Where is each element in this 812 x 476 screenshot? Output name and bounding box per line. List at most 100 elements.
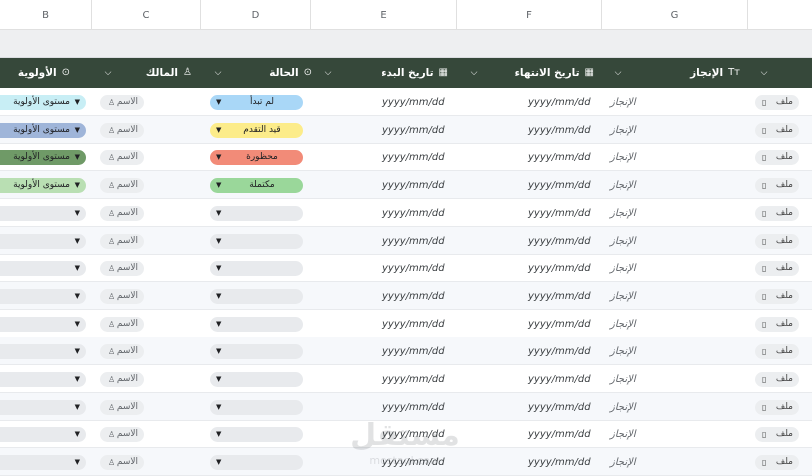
chevron-down-icon[interactable]: ⌵ — [102, 67, 114, 79]
priority-dropdown[interactable]: ▼ مستوى الأولوية — [0, 122, 86, 138]
file-chip[interactable]: ▯ ملف — [755, 178, 799, 194]
start-date-cell[interactable]: yyyy/mm/dd — [382, 346, 445, 357]
end-date-cell[interactable]: yyyy/mm/dd — [528, 291, 591, 302]
file-chip[interactable]: ▯ ملف — [755, 344, 799, 360]
status-dropdown[interactable]: ▼ — [210, 205, 303, 221]
status-dropdown[interactable]: ▼ — [210, 344, 303, 360]
status-dropdown[interactable]: ▼ — [210, 427, 303, 443]
status-dropdown[interactable]: ▼ مكتملة — [210, 178, 303, 194]
file-chip[interactable]: ▯ ملف — [755, 205, 799, 221]
file-chip[interactable]: ▯ ملف — [755, 427, 799, 443]
column-letter-c[interactable]: C — [92, 0, 201, 30]
file-chip[interactable]: ▯ ملف — [755, 455, 799, 471]
priority-dropdown[interactable]: ▼ — [0, 261, 86, 277]
owner-chip[interactable]: ♙ الاسم — [100, 178, 144, 194]
status-dropdown[interactable]: ▼ — [210, 316, 303, 332]
header-start-date[interactable]: ▦ تاريخ البدء — [381, 58, 448, 88]
owner-chip[interactable]: ♙ الاسم — [100, 455, 144, 471]
owner-chip[interactable]: ♙ الاسم — [100, 261, 144, 277]
column-letter-g[interactable]: G — [602, 0, 748, 30]
file-chip[interactable]: ▯ ملف — [755, 316, 799, 332]
start-date-cell[interactable]: yyyy/mm/dd — [382, 180, 445, 191]
priority-dropdown[interactable]: ▼ — [0, 344, 86, 360]
chevron-down-icon[interactable]: ⌵ — [212, 67, 224, 79]
status-dropdown[interactable]: ▼ محظورة — [210, 150, 303, 166]
header-end-date[interactable]: ▦ تاريخ الانتهاء — [515, 58, 594, 88]
column-letter-d[interactable]: D — [201, 0, 311, 30]
header-achievement[interactable]: Tт الإنجاز — [690, 58, 740, 88]
owner-chip[interactable]: ♙ الاسم — [100, 95, 144, 110]
priority-dropdown[interactable]: ▼ — [0, 233, 86, 249]
end-date-cell[interactable]: yyyy/mm/dd — [528, 429, 591, 440]
owner-chip[interactable]: ♙ الاسم — [100, 150, 144, 166]
start-date-cell[interactable]: yyyy/mm/dd — [382, 97, 445, 108]
owner-chip[interactable]: ♙ الاسم — [100, 288, 144, 304]
start-date-cell[interactable]: yyyy/mm/dd — [382, 208, 445, 219]
status-dropdown[interactable]: ▼ قيد التقدم — [210, 122, 303, 138]
end-date-cell[interactable]: yyyy/mm/dd — [528, 236, 591, 247]
end-date-cell[interactable]: yyyy/mm/dd — [528, 97, 591, 108]
owner-chip[interactable]: ♙ الاسم — [100, 316, 144, 332]
priority-dropdown[interactable]: ▼ مستوى الأولوية — [0, 95, 86, 110]
achievement-cell[interactable]: الإنجاز — [610, 319, 636, 330]
achievement-cell[interactable]: الإنجاز — [610, 457, 636, 468]
start-date-cell[interactable]: yyyy/mm/dd — [382, 374, 445, 385]
priority-dropdown[interactable]: ▼ — [0, 455, 86, 471]
end-date-cell[interactable]: yyyy/mm/dd — [528, 402, 591, 413]
end-date-cell[interactable]: yyyy/mm/dd — [528, 319, 591, 330]
column-letter-e[interactable]: E — [311, 0, 457, 30]
end-date-cell[interactable]: yyyy/mm/dd — [528, 346, 591, 357]
priority-dropdown[interactable]: ▼ — [0, 399, 86, 415]
priority-dropdown[interactable]: ▼ مستوى الأولوية — [0, 178, 86, 194]
header-priority[interactable]: ⊙ الأولوية — [18, 58, 70, 88]
file-chip[interactable]: ▯ ملف — [755, 150, 799, 166]
end-date-cell[interactable]: yyyy/mm/dd — [528, 180, 591, 191]
start-date-cell[interactable]: yyyy/mm/dd — [382, 152, 445, 163]
chevron-down-icon[interactable]: ⌵ — [758, 67, 770, 79]
file-chip[interactable]: ▯ ملف — [755, 95, 799, 110]
priority-dropdown[interactable]: ▼ — [0, 372, 86, 387]
start-date-cell[interactable]: yyyy/mm/dd — [382, 319, 445, 330]
owner-chip[interactable]: ♙ الاسم — [100, 399, 144, 415]
priority-dropdown[interactable]: ▼ — [0, 205, 86, 221]
start-date-cell[interactable]: yyyy/mm/dd — [382, 263, 445, 274]
achievement-cell[interactable]: الإنجاز — [610, 429, 636, 440]
header-status[interactable]: ⊙ الحالة — [269, 58, 312, 88]
start-date-cell[interactable]: yyyy/mm/dd — [382, 291, 445, 302]
priority-dropdown[interactable]: ▼ — [0, 316, 86, 332]
priority-dropdown[interactable]: ▼ — [0, 288, 86, 304]
priority-dropdown[interactable]: ▼ مستوى الأولوية — [0, 150, 86, 166]
achievement-cell[interactable]: الإنجاز — [610, 402, 636, 413]
achievement-cell[interactable]: الإنجاز — [610, 97, 636, 108]
achievement-cell[interactable]: الإنجاز — [610, 180, 636, 191]
chevron-down-icon[interactable]: ⌵ — [468, 67, 480, 79]
file-chip[interactable]: ▯ ملف — [755, 399, 799, 415]
column-letter-b[interactable]: B — [0, 0, 92, 30]
header-owner[interactable]: ♙ المالك — [146, 58, 192, 88]
status-dropdown[interactable]: ▼ لم تبدأ — [210, 95, 303, 110]
end-date-cell[interactable]: yyyy/mm/dd — [528, 152, 591, 163]
file-chip[interactable]: ▯ ملف — [755, 372, 799, 387]
achievement-cell[interactable]: الإنجاز — [610, 236, 636, 247]
start-date-cell[interactable]: yyyy/mm/dd — [382, 236, 445, 247]
file-chip[interactable]: ▯ ملف — [755, 261, 799, 277]
chevron-down-icon[interactable]: ⌵ — [612, 67, 624, 79]
achievement-cell[interactable]: الإنجاز — [610, 125, 636, 136]
status-dropdown[interactable]: ▼ — [210, 261, 303, 277]
end-date-cell[interactable]: yyyy/mm/dd — [528, 125, 591, 136]
owner-chip[interactable]: ♙ الاسم — [100, 372, 144, 387]
achievement-cell[interactable]: الإنجاز — [610, 152, 636, 163]
owner-chip[interactable]: ♙ الاسم — [100, 205, 144, 221]
owner-chip[interactable]: ♙ الاسم — [100, 344, 144, 360]
status-dropdown[interactable]: ▼ — [210, 455, 303, 471]
end-date-cell[interactable]: yyyy/mm/dd — [528, 263, 591, 274]
status-dropdown[interactable]: ▼ — [210, 399, 303, 415]
file-chip[interactable]: ▯ ملف — [755, 122, 799, 138]
owner-chip[interactable]: ♙ الاسم — [100, 233, 144, 249]
end-date-cell[interactable]: yyyy/mm/dd — [528, 208, 591, 219]
end-date-cell[interactable]: yyyy/mm/dd — [528, 457, 591, 468]
achievement-cell[interactable]: الإنجاز — [610, 291, 636, 302]
column-letter-f[interactable]: F — [457, 0, 602, 30]
owner-chip[interactable]: ♙ الاسم — [100, 427, 144, 443]
achievement-cell[interactable]: الإنجاز — [610, 374, 636, 385]
